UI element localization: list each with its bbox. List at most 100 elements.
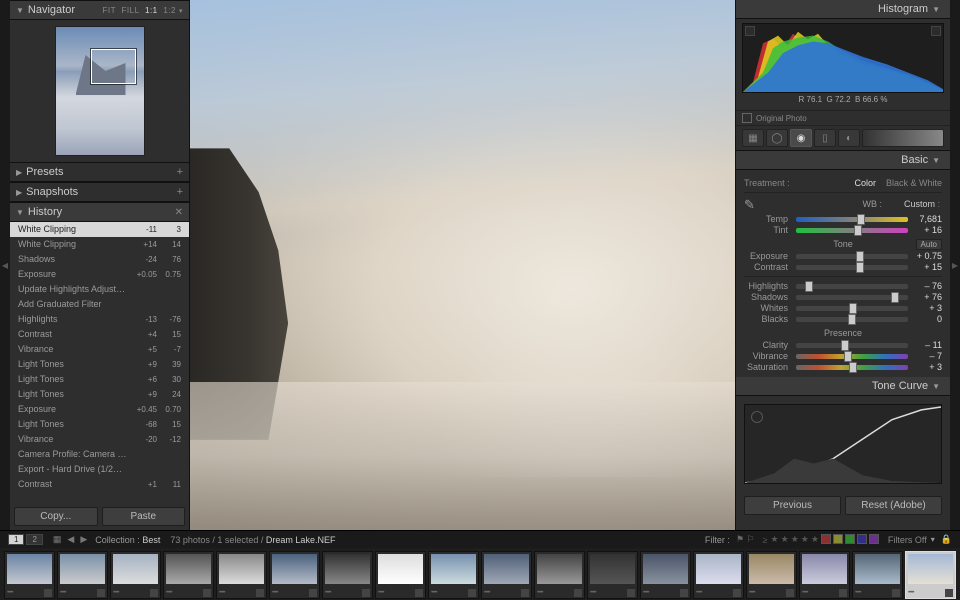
- original-photo-toggle[interactable]: Original Photo: [736, 110, 950, 126]
- contrast-slider[interactable]: Contrast + 15: [744, 262, 942, 272]
- right-edge-collapse[interactable]: [950, 0, 960, 530]
- filmstrip-thumb[interactable]: [799, 551, 850, 599]
- filmstrip-thumb[interactable]: [640, 551, 691, 599]
- history-item[interactable]: Exposure+0.050.75: [10, 267, 189, 282]
- slider-handle[interactable]: [854, 225, 862, 236]
- filmstrip-thumb[interactable]: [481, 551, 532, 599]
- nav-back-icon[interactable]: ◀: [67, 534, 74, 545]
- history-item[interactable]: Vibrance-20-12: [10, 432, 189, 447]
- slider-handle[interactable]: [849, 303, 857, 314]
- brush-tool-icon[interactable]: [862, 129, 944, 147]
- tint-slider[interactable]: Tint + 16: [744, 225, 942, 235]
- breadcrumb[interactable]: Collection : Best: [95, 535, 160, 545]
- navigator-zoom-options[interactable]: FIT FILL 1:1 1:2▾: [99, 6, 183, 15]
- filmstrip-thumb[interactable]: [4, 551, 55, 599]
- auto-tone-button[interactable]: Auto: [916, 239, 942, 250]
- flag-filter-icon[interactable]: ⚑ ⚐: [736, 534, 755, 545]
- slider-handle[interactable]: [848, 314, 856, 325]
- navigator-crop-rect[interactable]: [91, 49, 136, 84]
- snapshots-add-icon[interactable]: +: [177, 186, 183, 198]
- history-item[interactable]: White Clipping+1414: [10, 237, 189, 252]
- left-edge-collapse[interactable]: [0, 0, 10, 530]
- checkbox-icon[interactable]: [742, 113, 752, 123]
- histogram-header[interactable]: Histogram ▼: [736, 0, 950, 19]
- history-item[interactable]: Light Tones+630: [10, 372, 189, 387]
- history-item[interactable]: Export - Hard Drive (1/24/18 4:44:15 PM): [10, 462, 189, 477]
- whites-slider[interactable]: Whites + 3: [744, 303, 942, 313]
- filmstrip-thumb[interactable]: [322, 551, 373, 599]
- filmstrip-thumb[interactable]: [57, 551, 108, 599]
- history-item[interactable]: Exposure+0.450.70: [10, 402, 189, 417]
- filters-off-dropdown[interactable]: Filters Off: [888, 535, 927, 545]
- filmstrip-thumb[interactable]: [534, 551, 585, 599]
- history-item[interactable]: Add Graduated Filter: [10, 297, 189, 312]
- navigator-header[interactable]: ▼ Navigator FIT FILL 1:1 1:2▾: [10, 0, 189, 20]
- slider-handle[interactable]: [844, 351, 852, 362]
- treatment-bw[interactable]: Black & White: [886, 178, 942, 188]
- previous-button[interactable]: Previous: [744, 496, 841, 515]
- view-2-button[interactable]: 2: [26, 534, 42, 545]
- redeye-tool-icon[interactable]: ◉: [790, 129, 812, 147]
- point-curve-icon[interactable]: [751, 411, 763, 423]
- wb-dropdown[interactable]: Custom: [882, 199, 942, 209]
- slider-handle[interactable]: [856, 251, 864, 262]
- presets-add-icon[interactable]: +: [177, 166, 183, 178]
- view-1-button[interactable]: 1: [8, 534, 24, 545]
- blacks-slider[interactable]: Blacks 0: [744, 314, 942, 324]
- history-clear-icon[interactable]: ✕: [175, 207, 183, 218]
- copy-button[interactable]: Copy...: [14, 507, 98, 526]
- filmstrip-thumb[interactable]: [693, 551, 744, 599]
- filmstrip[interactable]: [0, 548, 960, 600]
- crop-tool-icon[interactable]: ▦: [742, 129, 764, 147]
- filmstrip-thumb[interactable]: [216, 551, 267, 599]
- history-item[interactable]: Light Tones+924: [10, 387, 189, 402]
- filmstrip-thumb[interactable]: [852, 551, 903, 599]
- basic-header[interactable]: Basic ▼: [736, 151, 950, 170]
- tone-curve-header[interactable]: Tone Curve ▼: [736, 377, 950, 396]
- navigator-preview[interactable]: [10, 20, 189, 162]
- main-photo-view[interactable]: [190, 0, 735, 530]
- presets-header[interactable]: ▶ Presets +: [10, 162, 189, 182]
- history-item[interactable]: Camera Profile: Camera Landscape: [10, 447, 189, 462]
- grid-view-icon[interactable]: ▦: [53, 534, 62, 545]
- filmstrip-thumb[interactable]: [375, 551, 426, 599]
- slider-handle[interactable]: [857, 214, 865, 225]
- history-item[interactable]: Update Highlights Adjustment: [10, 282, 189, 297]
- filmstrip-thumb[interactable]: [269, 551, 320, 599]
- filmstrip-thumb[interactable]: [163, 551, 214, 599]
- history-item[interactable]: Contrast+415: [10, 327, 189, 342]
- rating-filter[interactable]: ★★★★★: [770, 534, 820, 545]
- color-label-filter[interactable]: [820, 534, 880, 546]
- exposure-slider[interactable]: Exposure + 0.75: [744, 251, 942, 261]
- history-item[interactable]: White Clipping-113: [10, 222, 189, 237]
- slider-handle[interactable]: [891, 292, 899, 303]
- slider-handle[interactable]: [856, 262, 864, 273]
- filmstrip-thumb[interactable]: [428, 551, 479, 599]
- histogram-display[interactable]: [742, 23, 944, 93]
- saturation-slider[interactable]: Saturation + 3: [744, 362, 942, 372]
- history-item[interactable]: Light Tones-6815: [10, 417, 189, 432]
- history-item[interactable]: Vibrance+5-7: [10, 342, 189, 357]
- history-header[interactable]: ▼ History ✕: [10, 202, 189, 222]
- tone-curve-graph[interactable]: [744, 404, 942, 484]
- slider-handle[interactable]: [849, 362, 857, 373]
- history-item[interactable]: Shadows-2476: [10, 252, 189, 267]
- slider-handle[interactable]: [841, 340, 849, 351]
- filmstrip-thumb[interactable]: [746, 551, 797, 599]
- clarity-slider[interactable]: Clarity – 11: [744, 340, 942, 350]
- highlights-slider[interactable]: Highlights – 76: [744, 281, 942, 291]
- treatment-color[interactable]: Color: [854, 178, 876, 188]
- temp-slider[interactable]: Temp 7,681: [744, 214, 942, 224]
- history-item[interactable]: Contrast+111: [10, 477, 189, 492]
- shadows-slider[interactable]: Shadows + 76: [744, 292, 942, 302]
- filmstrip-thumb[interactable]: [587, 551, 638, 599]
- nav-fwd-icon[interactable]: ▶: [80, 534, 87, 545]
- snapshots-header[interactable]: ▶ Snapshots +: [10, 182, 189, 202]
- history-item[interactable]: Highlights-13-76: [10, 312, 189, 327]
- history-item[interactable]: Light Tones+939: [10, 357, 189, 372]
- eyedropper-icon[interactable]: ✎: [744, 197, 764, 211]
- radial-filter-icon[interactable]: ◐: [838, 129, 860, 147]
- slider-handle[interactable]: [805, 281, 813, 292]
- spot-tool-icon[interactable]: ◯: [766, 129, 788, 147]
- reset-button[interactable]: Reset (Adobe): [845, 496, 942, 515]
